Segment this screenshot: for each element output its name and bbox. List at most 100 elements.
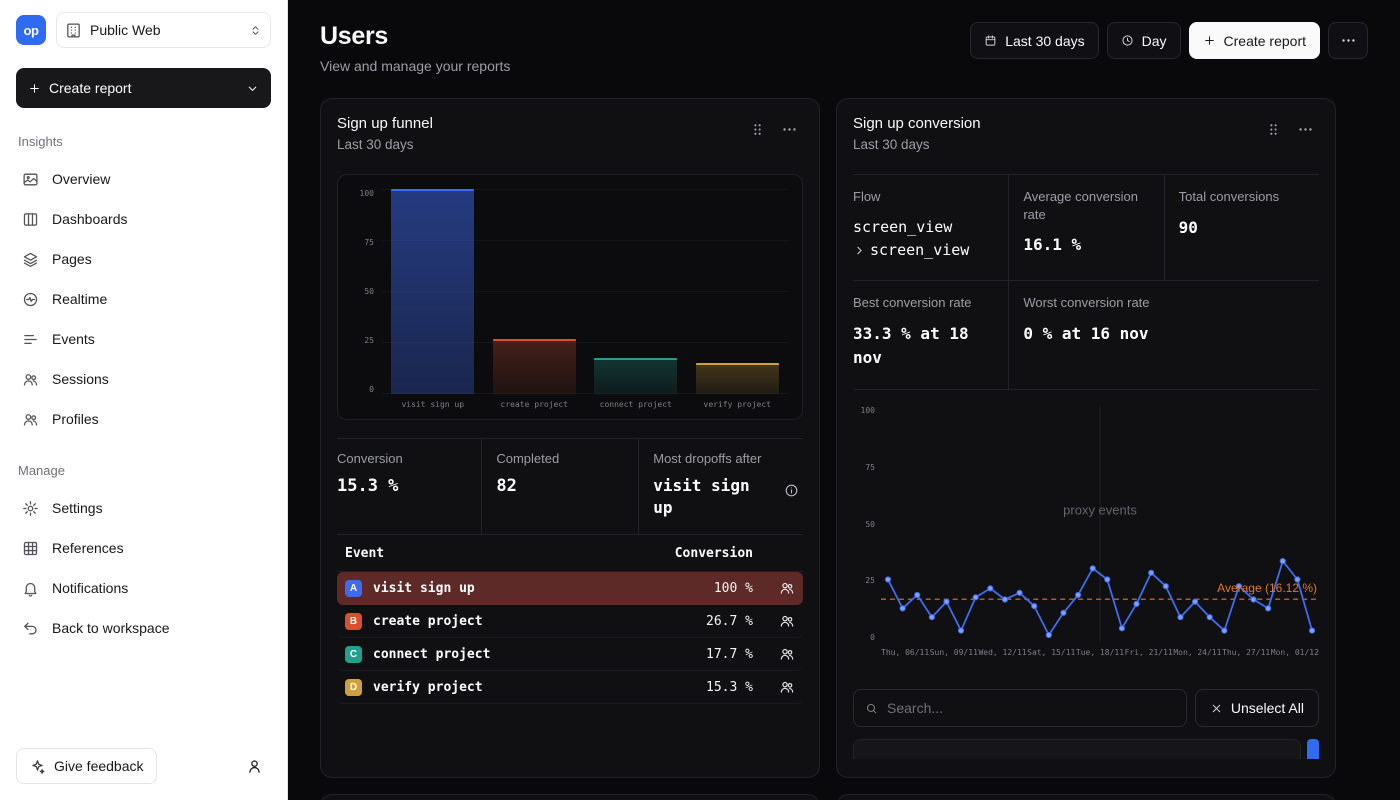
- give-feedback-button[interactable]: Give feedback: [16, 748, 157, 784]
- sidebar-item-events[interactable]: Events: [16, 319, 271, 359]
- line-y-axis: 1007550250: [853, 406, 875, 642]
- funnel-bar[interactable]: [594, 358, 677, 394]
- stat-average-rate: Average conversion rate 16.1 %: [1008, 175, 1163, 281]
- sidebar-item-sessions[interactable]: Sessions: [16, 359, 271, 399]
- stat-worst-rate: Worst conversion rate 0 % at 16 nov: [1008, 281, 1163, 389]
- conversion-controls: Unselect All: [853, 689, 1319, 727]
- funnel-plot: [382, 189, 788, 394]
- funnel-table-row[interactable]: Cconnect project17.7 %: [337, 638, 803, 671]
- funnel-bar[interactable]: [493, 339, 576, 394]
- funnel-table-row[interactable]: Dverify project15.3 %: [337, 671, 803, 704]
- sidebar-footer: Give feedback: [16, 748, 271, 784]
- funnel-bar[interactable]: [391, 189, 474, 394]
- date-range-button[interactable]: Last 30 days: [970, 22, 1098, 59]
- users-icon[interactable]: [753, 646, 795, 662]
- funnel-table-row[interactable]: Avisit sign up100 %: [337, 572, 803, 605]
- funnel-x-label: create project: [484, 400, 586, 409]
- sidebar-item-settings[interactable]: Settings: [16, 488, 271, 528]
- workspace-selector[interactable]: Public Web: [56, 12, 271, 48]
- watermark-text: proxy events: [1063, 503, 1137, 518]
- funnel-x-label: verify project: [687, 400, 789, 409]
- report-grid: Sign up funnel Last 30 days 1007550250 v…: [320, 98, 1336, 800]
- create-report-button[interactable]: Create report: [1189, 22, 1320, 59]
- ellipsis-icon: [1297, 121, 1314, 138]
- series-list-scroll-thumb[interactable]: [1307, 739, 1319, 759]
- users-icon[interactable]: [753, 580, 795, 596]
- main-content: Users View and manage your reports Last …: [288, 0, 1400, 800]
- series-list-item[interactable]: [853, 739, 1301, 759]
- sidebar-item-pages[interactable]: Pages: [16, 239, 271, 279]
- event-name: verify project: [373, 680, 669, 695]
- search-input[interactable]: [887, 700, 1175, 716]
- card-menu-button[interactable]: [775, 115, 803, 143]
- header-actions: Last 30 days Day Create report: [970, 22, 1368, 59]
- funnel-bar-group[interactable]: [484, 189, 586, 394]
- line-x-label: Thu, 27/11: [1222, 648, 1270, 657]
- give-feedback-label: Give feedback: [54, 758, 144, 774]
- series-list-peek: [853, 739, 1319, 759]
- users-icon[interactable]: [753, 679, 795, 695]
- conversion-report-card: Sign up conversion Last 30 days Flow scr…: [836, 98, 1336, 778]
- sidebar-item-realtime[interactable]: Realtime: [16, 279, 271, 319]
- sidebar: op Public Web Create report InsightsOver…: [0, 0, 288, 800]
- report-card-stub: [836, 794, 1336, 800]
- funnel-bar-group[interactable]: [585, 189, 687, 394]
- funnel-x-label: visit sign up: [382, 400, 484, 409]
- realtime-icon: [22, 291, 39, 308]
- sidebar-item-label: Notifications: [52, 580, 128, 596]
- sidebar-item-overview[interactable]: Overview: [16, 159, 271, 199]
- drag-handle[interactable]: [743, 115, 771, 143]
- sidebar-create-report-button[interactable]: Create report: [16, 68, 271, 108]
- app-logo[interactable]: op: [16, 15, 46, 45]
- profile-button[interactable]: [237, 749, 271, 783]
- funnel-table-row[interactable]: Bcreate project26.7 %: [337, 605, 803, 638]
- line-x-label: Fri, 21/11: [1125, 648, 1173, 657]
- events-icon: [22, 331, 39, 348]
- interval-button[interactable]: Day: [1107, 22, 1181, 59]
- funnel-table-rows: Avisit sign up100 %Bcreate project26.7 %…: [337, 572, 803, 704]
- sidebar-item-label: Back to workspace: [52, 620, 170, 636]
- ellipsis-icon: [781, 121, 798, 138]
- line-x-labels: Thu, 06/11Sun, 09/11Wed, 12/11Sat, 15/11…: [881, 648, 1319, 657]
- sidebar-item-dashboards[interactable]: Dashboards: [16, 199, 271, 239]
- funnel-bar[interactable]: [696, 363, 779, 394]
- event-badge: A: [345, 580, 362, 597]
- app-root: op Public Web Create report InsightsOver…: [0, 0, 1400, 800]
- close-icon: [1210, 702, 1223, 715]
- y-tick-label: 75: [364, 238, 374, 247]
- y-tick-label: 50: [865, 520, 875, 529]
- sessions-icon: [22, 371, 39, 388]
- sidebar-item-label: Settings: [52, 500, 103, 516]
- funnel-bar-group[interactable]: [382, 189, 484, 394]
- sidebar-item-back-to-workspace[interactable]: Back to workspace: [16, 608, 271, 648]
- flow-step-1: screen_view: [853, 216, 996, 239]
- page-title: Users: [320, 22, 510, 51]
- event-badge: D: [345, 679, 362, 696]
- search-icon: [865, 702, 878, 715]
- y-tick-label: 25: [364, 336, 374, 345]
- funnel-table-header: Event Conversion: [337, 535, 803, 572]
- building-icon: [65, 22, 82, 39]
- series-search: [853, 689, 1187, 727]
- create-report-label: Create report: [49, 80, 131, 96]
- more-options-button[interactable]: [1328, 22, 1368, 59]
- event-name: connect project: [373, 647, 669, 662]
- funnel-y-axis: 1007550250: [352, 189, 374, 394]
- users-icon[interactable]: [753, 613, 795, 629]
- nav-section-label: Manage: [16, 463, 271, 478]
- back-icon: [22, 620, 39, 637]
- card-menu-button[interactable]: [1291, 115, 1319, 143]
- funnel-report-card: Sign up funnel Last 30 days 1007550250 v…: [320, 98, 820, 778]
- sidebar-item-references[interactable]: References: [16, 528, 271, 568]
- drag-handle[interactable]: [1259, 115, 1287, 143]
- info-icon[interactable]: [784, 483, 799, 498]
- funnel-bar-group[interactable]: [687, 189, 789, 394]
- stat-most-dropoffs: Most dropoffs after visit sign up: [638, 439, 803, 534]
- calendar-icon: [984, 34, 997, 47]
- sidebar-item-profiles[interactable]: Profiles: [16, 399, 271, 439]
- chevron-down-icon: [246, 82, 259, 95]
- card-subtitle: Last 30 days: [337, 137, 433, 152]
- event-conversion-value: 100 %: [669, 581, 753, 596]
- sidebar-item-notifications[interactable]: Notifications: [16, 568, 271, 608]
- unselect-all-button[interactable]: Unselect All: [1195, 689, 1319, 727]
